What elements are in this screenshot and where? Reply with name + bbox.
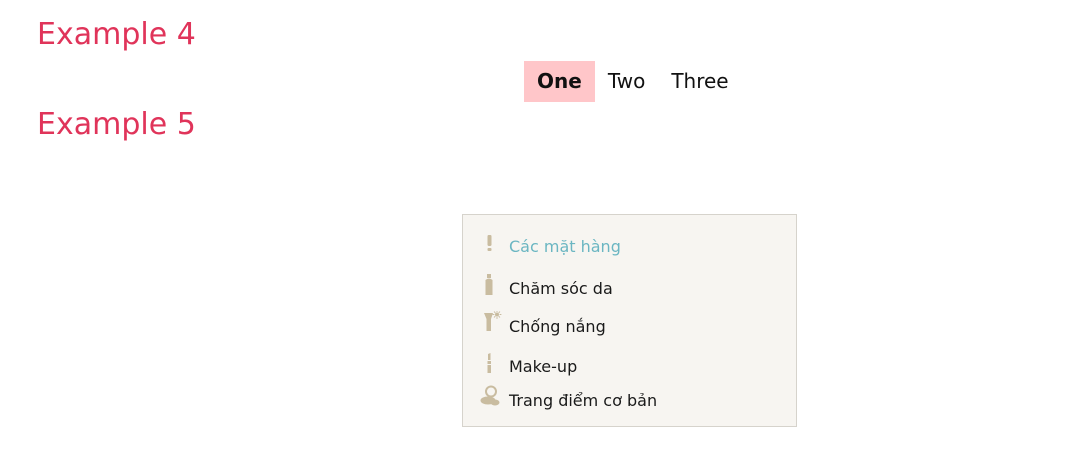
- tab-one[interactable]: One: [524, 61, 595, 102]
- menu-item-cham-soc-da[interactable]: Chăm sóc da: [479, 273, 613, 303]
- menu-label: Chống nắng: [509, 316, 606, 336]
- tab-two[interactable]: Two: [595, 61, 659, 102]
- menu-label: Make-up: [509, 356, 578, 376]
- exclamation-icon: [479, 231, 509, 261]
- menu-item-trang-diem-co-ban[interactable]: Trang điểm cơ bản: [479, 385, 657, 415]
- menu-label: Các mặt hàng: [509, 236, 621, 256]
- lipstick-icon: [479, 351, 509, 381]
- sunscreen-icon: [479, 311, 509, 341]
- skincare-bottle-icon: [479, 273, 509, 303]
- menu-label: Chăm sóc da: [509, 278, 613, 298]
- tab-three[interactable]: Three: [658, 61, 741, 102]
- example-4-heading: Example 4: [37, 17, 196, 52]
- powder-compact-icon: [479, 385, 509, 415]
- menu-label: Trang điểm cơ bản: [509, 390, 658, 410]
- category-menu: Các mặt hàng Chăm sóc da Chống nắng Make…: [462, 214, 797, 427]
- menu-item-chong-nang[interactable]: Chống nắng: [479, 311, 606, 341]
- tab-bar: One Two Three: [524, 61, 742, 102]
- page: Example 4 Example 5 One Two Three Các mặ…: [0, 0, 1067, 474]
- menu-item-cac-mat-hang[interactable]: Các mặt hàng: [479, 231, 621, 261]
- example-5-heading: Example 5: [37, 107, 196, 142]
- menu-item-make-up[interactable]: Make-up: [479, 351, 577, 381]
